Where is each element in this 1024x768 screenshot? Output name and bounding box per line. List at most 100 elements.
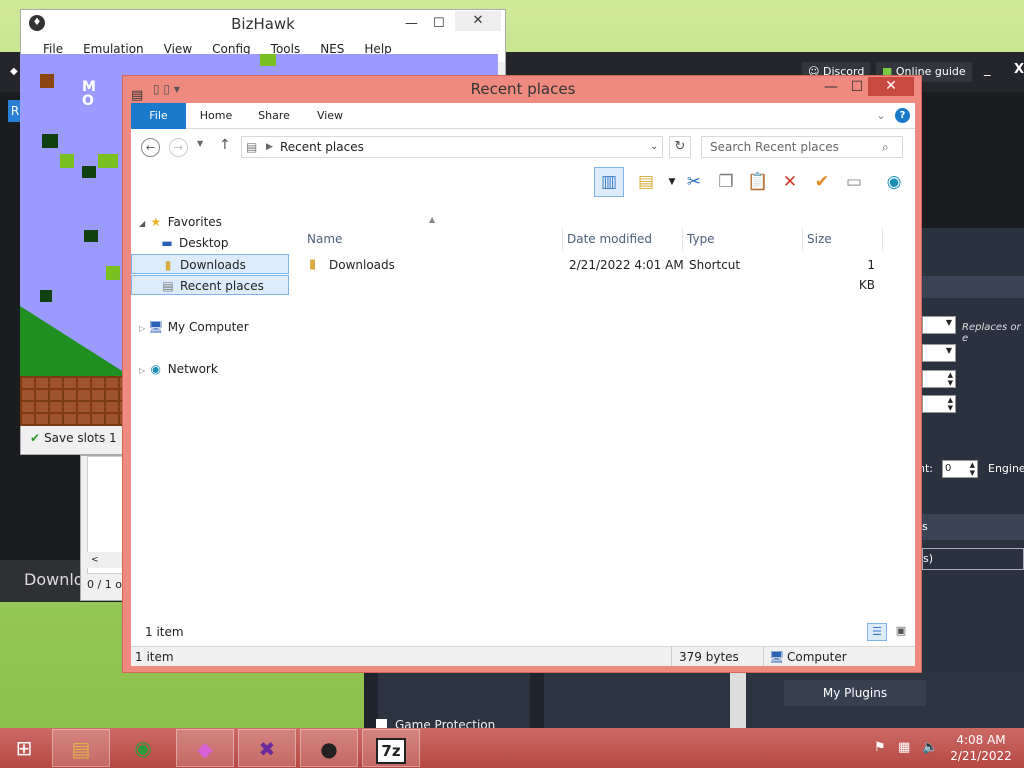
explorer-titlebar[interactable]: ▤ ▯ ▯ ▾ Recent places — ☐ ✕ — [123, 76, 923, 103]
nav-desktop[interactable]: ▬ Desktop — [131, 233, 289, 253]
search-input[interactable]: Search Recent places ⌕ — [701, 136, 903, 158]
file-date: 2/21/2022 4:01 AM — [569, 258, 684, 272]
new-item-icon[interactable]: ▭ — [843, 171, 865, 193]
delete-icon[interactable]: ✕ — [779, 171, 801, 193]
save-slots-label: Save slots — [44, 431, 106, 445]
chevron-down-icon: ▼ — [945, 346, 952, 355]
bizhawk-statusbar: ✔ Save slots 1 — [20, 428, 130, 450]
game-tile — [260, 54, 276, 66]
help-icon[interactable]: ? — [895, 108, 910, 123]
tab-file[interactable]: File — [131, 103, 186, 129]
properties-dropdown-icon[interactable]: ▼ — [661, 171, 683, 193]
nav-downloads[interactable]: ▮ Downloads — [131, 254, 289, 274]
table-row[interactable]: ▮ Downloads 2/21/2022 4:01 AM Shortcut 1… — [303, 255, 903, 292]
count-stepper[interactable]: 0 ▲ ▼ — [942, 460, 978, 478]
file-explorer-icon[interactable]: ▤ — [52, 729, 110, 767]
network-icon: ◉ — [150, 362, 161, 376]
address-bar[interactable]: ▤ ▶ Recent places ⌄ — [241, 136, 663, 158]
desktop-icon: ▬ — [161, 236, 173, 250]
column-header-size[interactable]: Size — [803, 227, 883, 251]
chrome-icon[interactable]: ◉ — [114, 729, 172, 767]
gem-app-icon[interactable]: ◆ — [176, 729, 234, 767]
network-globe-icon[interactable]: ◉ — [883, 171, 905, 193]
sort-ascending-icon: ▲ — [429, 215, 436, 224]
column-header-type[interactable]: Type — [683, 227, 803, 251]
stepper-arrows-icon: ▲ ▼ — [947, 396, 953, 412]
minimize-icon[interactable]: — — [405, 10, 418, 38]
count-value: 0 — [945, 463, 952, 474]
hitman-app-icon[interactable]: ● — [300, 729, 358, 767]
network-status-icon[interactable]: ▦ — [898, 740, 910, 755]
close-button[interactable]: X — [1014, 62, 1024, 77]
back-arrow-icon[interactable]: ← — [141, 138, 160, 157]
cut-icon[interactable]: ✂ — [683, 171, 705, 193]
settings-panel: ▼ Replaces or e ▼ ▲ ▼ ▲ ▼ nt: 0 ▲ ▼ Engine s… — [918, 228, 1024, 728]
status-divider — [671, 646, 672, 666]
properties-icon[interactable]: ▤ — [635, 171, 657, 193]
bizhawk-titlebar[interactable]: ♦ BizHawk — ☐ ✕ — [21, 10, 505, 38]
forward-arrow-icon[interactable]: → — [169, 138, 188, 157]
column-name-label: Name — [307, 232, 343, 246]
my-plugins-button[interactable]: My Plugins — [784, 680, 926, 706]
quick-access-toolbar[interactable]: ▯ ▯ ▾ — [153, 76, 233, 103]
details-view-icon[interactable]: ☰ — [867, 623, 887, 641]
bottom-divider-light — [730, 672, 746, 728]
large-icons-view-icon[interactable]: ▣ — [891, 623, 911, 641]
search-icon: ⌕ — [882, 140, 889, 154]
pager-text: 0 / 1 o — [87, 578, 122, 591]
nav-downloads-label: Downloads — [180, 258, 246, 272]
scroll-left-icon[interactable]: < — [87, 552, 125, 568]
recent-locations-chevron-icon[interactable]: ▼ — [197, 139, 203, 148]
maximize-icon[interactable]: ☐ — [845, 78, 869, 96]
explorer-body: File Home Share View ⌄ ? ← → ▼ ↑ ▤ ▶ Rec… — [131, 103, 915, 666]
volume-muted-icon[interactable]: 🔈 — [922, 740, 938, 755]
bottom-divider — [530, 672, 544, 728]
tab-home[interactable]: Home — [191, 103, 241, 129]
ribbon-expand-icon[interactable]: ⌄ — [873, 103, 889, 129]
nav-favorites[interactable]: ◢ ★ Favorites — [131, 212, 289, 232]
stepper-arrows-icon: ▲ ▼ — [969, 461, 975, 477]
value-stepper-2[interactable]: ▲ ▼ — [922, 395, 956, 413]
nav-recent-places[interactable]: ▤ Recent places — [131, 275, 289, 295]
rename-check-icon[interactable]: ✔ — [811, 171, 833, 193]
list-row[interactable]: s) — [922, 548, 1024, 570]
paste-icon[interactable]: 📋 — [747, 171, 769, 193]
nav-my-computer[interactable]: ▷ 🖥 My Computer — [131, 317, 289, 337]
purple-cat-app-icon[interactable]: ✖ — [238, 729, 296, 767]
file-name: Downloads — [329, 258, 395, 272]
preview-pane-icon[interactable]: ▥ — [594, 167, 624, 197]
nav-network[interactable]: ▷ ◉ Network — [131, 359, 289, 379]
option-dropdown[interactable]: ▼ — [922, 344, 956, 362]
nav-desktop-label: Desktop — [179, 236, 229, 250]
up-arrow-icon[interactable]: ↑ — [219, 137, 231, 153]
close-icon[interactable]: ✕ — [868, 77, 914, 96]
game-tile — [84, 230, 98, 242]
7zip-icon[interactable]: 7z — [362, 729, 420, 767]
minimize-button[interactable]: _ — [984, 62, 991, 77]
close-icon[interactable]: ✕ — [455, 11, 501, 31]
tab-view[interactable]: View — [305, 103, 355, 129]
taskbar: ⊞ ▤ ◉ ◆ ✖ ● 7z — [0, 728, 1024, 768]
refresh-icon[interactable]: ↻ — [669, 136, 691, 158]
system-clock[interactable]: 4:08 AM 2/21/2022 — [948, 732, 1014, 764]
minimize-icon[interactable]: — — [819, 78, 843, 96]
background-dialog: < 0 / 1 o — [80, 455, 125, 601]
copy-icon[interactable]: ❐ — [715, 171, 737, 193]
game-tile — [42, 134, 58, 148]
address-dropdown-icon[interactable]: ⌄ — [650, 137, 658, 157]
location-icon: ▤ — [246, 140, 258, 154]
checkmark-icon: ✔ — [30, 431, 41, 445]
column-header-date[interactable]: Date modified — [563, 227, 683, 251]
start-icon[interactable]: ⊞ — [0, 729, 48, 767]
tab-share[interactable]: Share — [249, 103, 299, 129]
maximize-icon[interactable]: ☐ — [433, 10, 445, 38]
replace-dropdown[interactable]: ▼ — [922, 316, 956, 334]
action-center-flag-icon[interactable]: ⚑ — [874, 740, 886, 755]
section-header-row: s — [922, 514, 1024, 540]
status-divider — [763, 646, 764, 666]
game-tile — [82, 166, 96, 178]
breadcrumb-chevron-icon[interactable]: ▶ — [266, 137, 273, 157]
list-row-label: s) — [923, 552, 934, 565]
value-stepper-1[interactable]: ▲ ▼ — [922, 370, 956, 388]
column-header-name[interactable]: Name — [303, 227, 563, 251]
